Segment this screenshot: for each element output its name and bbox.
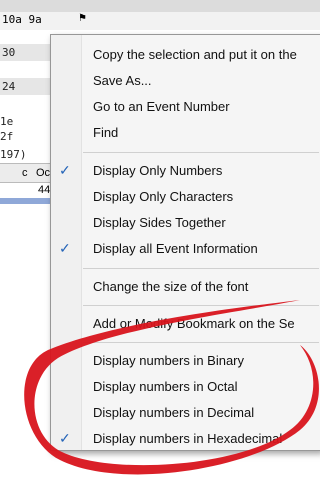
menu-item-label: Go to an Event Number [93,99,230,114]
hex-cell-value: 44 [38,184,51,196]
menu-item-go-to-event[interactable]: Go to an Event Number [51,94,320,120]
menu-item-numbers-hexadecimal[interactable]: ✓ Display numbers in Hexadecimal [51,426,320,452]
menu-item-display-only-characters[interactable]: Display Only Characters [51,184,320,210]
check-icon: ✓ [59,430,71,446]
menu-item-label: Change the size of the font [93,279,249,294]
menu-item-label: Display Sides Together [93,215,226,230]
menu-item-label: Display all Event Information [93,241,258,256]
menu-item-find[interactable]: Find [51,120,320,146]
menu-item-display-only-numbers[interactable]: ✓ Display Only Numbers [51,158,320,184]
menu-item-label: Add or Modify Bookmark on the Se [93,316,295,331]
menu-separator [83,152,319,153]
context-menu: Copy the selection and put it on the Sav… [50,34,320,451]
menu-item-copy-selection[interactable]: Copy the selection and put it on the [51,42,320,68]
menu-item-label: Copy the selection and put it on the [93,47,297,62]
hex-row-value: 197) [0,148,27,161]
hex-col-c: c [22,167,28,179]
hex-top-row [0,0,320,12]
check-icon: ✓ [59,162,71,178]
menu-item-label: Display numbers in Decimal [93,405,255,420]
menu-separator [83,268,319,269]
menu-separator [83,342,319,343]
menu-item-label: Display numbers in Binary [93,353,245,368]
menu-item-label: Find [93,125,119,140]
menu-item-label: Display Only Numbers [93,163,223,178]
menu-item-add-modify-bookmark[interactable]: Add or Modify Bookmark on the Se [51,311,320,337]
hex-header-strip: 10a 9a [0,12,320,30]
menu-item-label: Display numbers in Octal [93,379,238,394]
hex-top-values: 10a 9a [2,13,42,26]
menu-item-label: Save As... [93,73,152,88]
menu-item-numbers-decimal[interactable]: Display numbers in Decimal [51,400,320,426]
menu-item-numbers-octal[interactable]: Display numbers in Octal [51,374,320,400]
menu-item-display-sides-together[interactable]: Display Sides Together [51,210,320,236]
menu-separator [83,305,319,306]
hex-row-4: 2f [0,128,13,145]
hex-row-value: 2f [0,130,14,143]
hex-col-oc: Oc [36,167,51,179]
hex-row-value: 1e [0,115,14,128]
menu-item-display-all-event-info[interactable]: ✓ Display all Event Information [51,236,320,262]
check-icon: ✓ [59,240,71,256]
menu-item-change-font-size[interactable]: Change the size of the font [51,274,320,300]
menu-item-numbers-binary[interactable]: Display numbers in Binary [51,348,320,374]
menu-item-label: Display Only Characters [93,189,234,204]
flag-icon: ⚑ [78,13,87,24]
hex-row-value: 24 [2,80,16,93]
menu-item-label: Display numbers in Hexadecimal [93,431,283,446]
hex-row-5: 197) [0,146,27,163]
menu-item-save-as[interactable]: Save As... [51,68,320,94]
hex-row-value: 30 [2,46,16,59]
